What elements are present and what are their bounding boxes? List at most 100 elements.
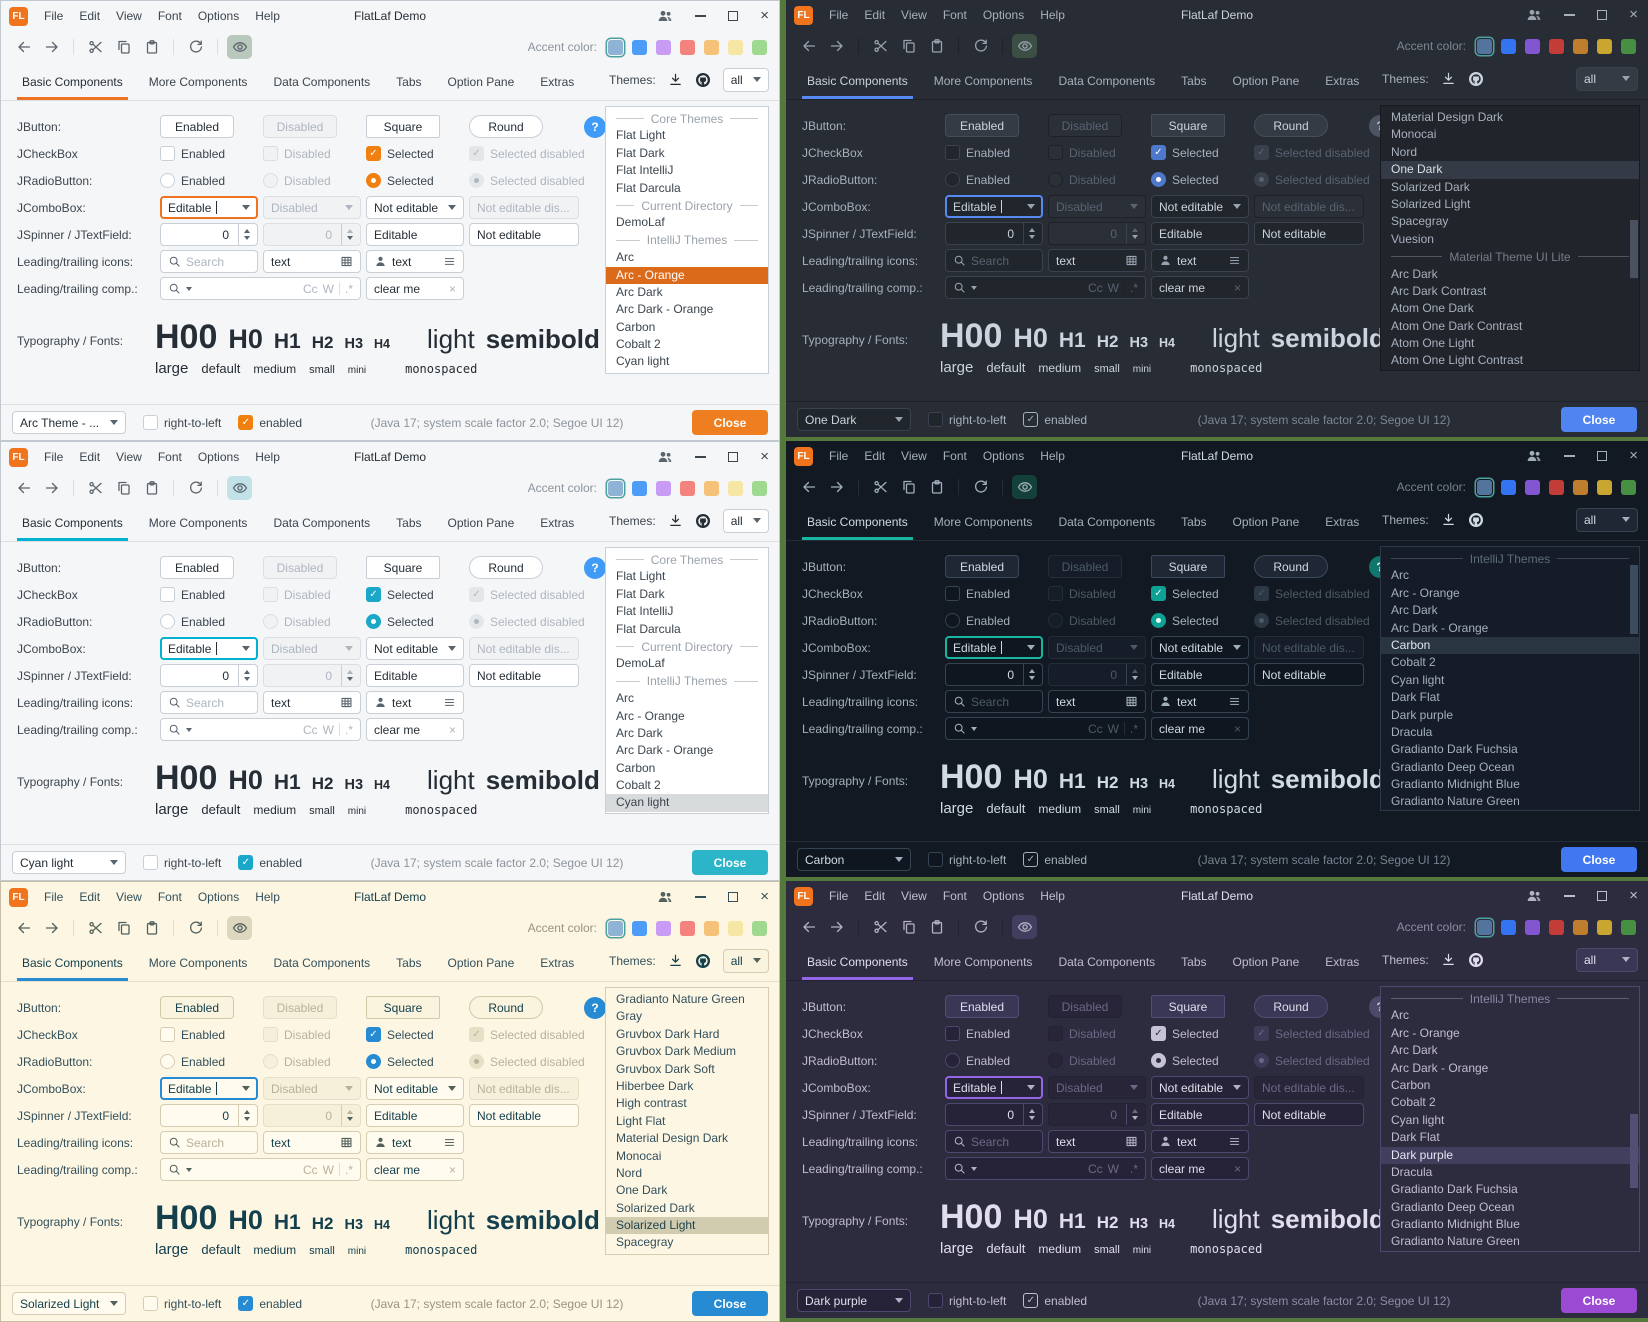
clear-icon[interactable]: × [449, 723, 456, 737]
match-case-button[interactable]: Cc [1088, 1162, 1103, 1176]
copy-icon[interactable] [111, 35, 136, 59]
accent-swatch-4[interactable] [704, 921, 719, 936]
theme-list-item[interactable]: Spacegray [606, 1234, 768, 1251]
text-field-user-list[interactable]: text [1151, 1130, 1249, 1153]
search-options-arrow-icon[interactable] [186, 287, 192, 291]
clear-me-input[interactable]: clear me× [1151, 276, 1249, 299]
editable-textfield[interactable]: Editable [1151, 1103, 1249, 1126]
theme-list-item[interactable]: Flat Darcula [606, 180, 768, 197]
theme-list-item[interactable]: Arc Dark - Orange [606, 742, 768, 759]
search-with-options-input[interactable]: CcW.* [945, 276, 1146, 299]
maximize-button[interactable] [728, 892, 738, 902]
minimize-button[interactable] [695, 896, 706, 898]
enabled-checkbox[interactable]: ✓enabled [1023, 852, 1087, 867]
editable-textfield[interactable]: Editable [1151, 663, 1249, 686]
close-window-button[interactable]: × [760, 452, 769, 462]
theme-list-item[interactable]: Cyan light [606, 794, 768, 811]
accent-swatch-0[interactable] [1477, 39, 1492, 54]
editable-textfield[interactable]: Editable [366, 223, 464, 246]
theme-list-item[interactable]: Arc Dark [1381, 266, 1639, 283]
theme-list-item[interactable]: Gradianto Dark Fuchsia [1381, 1181, 1639, 1198]
close-button[interactable]: Close [692, 850, 768, 875]
search-input[interactable]: Search [160, 691, 258, 714]
regex-button[interactable]: .* [345, 282, 353, 296]
back-button[interactable] [11, 476, 36, 500]
theme-list-item[interactable]: Arc [606, 249, 768, 266]
clear-me-input[interactable]: clear me× [366, 718, 464, 741]
forward-button[interactable] [39, 476, 64, 500]
menu-options[interactable]: Options [975, 446, 1032, 466]
tab-more-components[interactable]: More Components [144, 944, 253, 981]
github-icon[interactable] [1468, 71, 1484, 87]
menu-help[interactable]: Help [1032, 446, 1073, 466]
theme-list-item[interactable]: Arc Dark [606, 284, 768, 301]
menu-view[interactable]: View [893, 886, 935, 906]
paste-icon[interactable] [924, 915, 949, 939]
theme-list-item[interactable]: Arc Dark [606, 725, 768, 742]
close-window-button[interactable]: × [1629, 891, 1638, 901]
theme-list-item[interactable]: Cobalt 2 [1381, 654, 1639, 671]
clear-icon[interactable]: × [1234, 1162, 1241, 1176]
menu-options[interactable]: Options [190, 887, 247, 907]
accent-swatch-3[interactable] [680, 481, 695, 496]
right-to-left-checkbox[interactable]: right-to-left [928, 412, 1006, 427]
theme-list-item[interactable]: One Dark [606, 1182, 768, 1199]
menu-view[interactable]: View [108, 447, 150, 467]
checkbox-enabled[interactable]: Enabled [945, 1026, 1043, 1041]
theme-list-item[interactable]: Gradianto Deep Ocean [1381, 1199, 1639, 1216]
menu-edit[interactable]: Edit [71, 447, 108, 467]
menu-file[interactable]: File [821, 446, 856, 466]
help-button[interactable]: ? [584, 997, 606, 1019]
download-icon[interactable] [1441, 952, 1456, 967]
spinner[interactable]: 0 [160, 223, 258, 246]
theme-list-item[interactable]: Dracula [1381, 1164, 1639, 1181]
theme-list-item[interactable]: Gradianto Nature Green [1381, 793, 1639, 810]
theme-list-item[interactable]: Gruvbox Dark Soft [606, 1061, 768, 1078]
maximize-button[interactable] [1597, 10, 1607, 20]
search-options-arrow-icon[interactable] [971, 1167, 977, 1171]
theme-list-item[interactable]: Gruvbox Dark Medium [606, 1043, 768, 1060]
tab-option-pane[interactable]: Option Pane [1228, 943, 1305, 980]
accent-swatch-5[interactable] [728, 481, 743, 496]
back-button[interactable] [796, 915, 821, 939]
refresh-icon[interactable] [968, 34, 993, 58]
search-input[interactable]: Search [945, 249, 1043, 272]
enabled-button[interactable]: Enabled [160, 996, 234, 1019]
text-field-table[interactable]: text [1048, 1130, 1146, 1153]
download-icon[interactable] [1441, 512, 1456, 527]
help-button[interactable]: ? [584, 557, 606, 579]
tab-option-pane[interactable]: Option Pane [443, 944, 520, 981]
theme-list-item[interactable]: Flat Light [606, 127, 768, 144]
show-hidden-eye-toggle[interactable] [227, 35, 252, 59]
text-field-table[interactable]: text [263, 691, 361, 714]
minimize-button[interactable] [695, 15, 706, 17]
regex-button[interactable]: .* [345, 723, 353, 737]
accent-swatch-6[interactable] [1621, 920, 1636, 935]
scrollbar-thumb[interactable] [1630, 220, 1638, 278]
theme-list-item[interactable]: Carbon [606, 760, 768, 777]
accent-swatch-5[interactable] [728, 40, 743, 55]
theme-list-item[interactable]: Atom One Light [1381, 335, 1639, 352]
accent-swatch-5[interactable] [728, 921, 743, 936]
round-button[interactable]: Round [469, 115, 543, 138]
spinner-buttons[interactable] [238, 665, 250, 686]
editable-combobox[interactable]: Editable [945, 636, 1043, 659]
spinner[interactable]: 0 [160, 1104, 258, 1127]
search-with-options-input[interactable]: CcW.* [945, 717, 1146, 740]
close-button[interactable]: Close [692, 410, 768, 435]
users-icon[interactable] [657, 8, 673, 24]
theme-list-item[interactable]: Light Flat [606, 1113, 768, 1130]
close-window-button[interactable]: × [760, 892, 769, 902]
theme-list-item[interactable]: High contrast [606, 1095, 768, 1112]
accent-swatch-4[interactable] [1573, 920, 1588, 935]
enabled-checkbox[interactable]: ✓enabled [238, 415, 302, 430]
menu-options[interactable]: Options [975, 5, 1032, 25]
maximize-button[interactable] [728, 11, 738, 21]
tab-tabs[interactable]: Tabs [1176, 62, 1211, 99]
menu-edit[interactable]: Edit [856, 5, 893, 25]
checkbox-enabled[interactable]: Enabled [945, 145, 1043, 160]
regex-button[interactable]: .* [1130, 1162, 1138, 1176]
match-case-button[interactable]: Cc [303, 723, 318, 737]
accent-swatch-5[interactable] [1597, 480, 1612, 495]
cut-icon[interactable] [868, 475, 893, 499]
